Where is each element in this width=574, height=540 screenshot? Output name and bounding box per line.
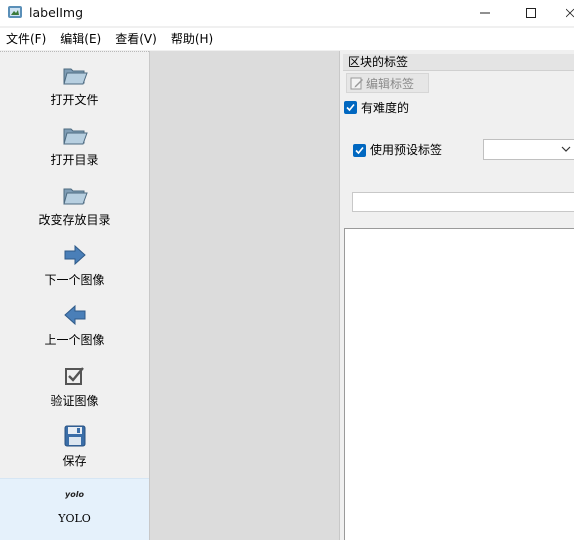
verify-image-button[interactable]: 验证图像 [0, 354, 149, 412]
next-image-label: 下一个图像 [44, 273, 105, 287]
edit-label-button[interactable]: 编辑标签 [346, 73, 429, 93]
difficult-label: 有难度的 [361, 101, 410, 115]
minimize-icon [480, 12, 490, 14]
use-default-label-text: 使用预设标签 [370, 143, 443, 157]
prev-image-label: 上一个图像 [44, 333, 105, 347]
format-toggle-button[interactable]: yolo YOLO [0, 478, 149, 540]
title-bar: labelImg [0, 0, 574, 26]
change-save-dir-button[interactable]: 改变存放目录 [0, 173, 149, 231]
verify-image-label: 验证图像 [50, 394, 99, 408]
change-save-dir-label: 改变存放目录 [38, 213, 111, 227]
save-button[interactable]: 保存 [0, 414, 149, 472]
edit-pencil-icon [350, 77, 363, 90]
yolo-format-icon: yolo [62, 483, 88, 505]
window-title: labelImg [29, 5, 84, 20]
maximize-icon [526, 8, 536, 18]
open-dir-label: 打开目录 [50, 153, 99, 167]
edit-label-text: 编辑标签 [366, 76, 415, 91]
arrow-right-icon [62, 242, 88, 268]
yolo-icon-text: yolo [65, 489, 84, 499]
menu-help[interactable]: 帮助(H) [165, 28, 221, 50]
floppy-disk-icon [62, 423, 88, 449]
check-icon [355, 146, 364, 155]
label-list[interactable] [344, 228, 574, 540]
labelimg-app-icon [8, 6, 22, 18]
menu-bar: 文件(F) 编辑(E) 查看(V) 帮助(H) [0, 28, 574, 50]
menu-edit[interactable]: 编辑(E) [54, 28, 109, 50]
menu-file[interactable]: 文件(F) [0, 28, 54, 50]
prev-image-button[interactable]: 上一个图像 [0, 293, 149, 351]
close-icon [566, 8, 574, 18]
save-label: 保存 [62, 454, 87, 468]
use-default-label-checkbox[interactable] [353, 144, 366, 157]
open-dir-button[interactable]: 打开目录 [0, 113, 149, 171]
maximize-button[interactable] [508, 0, 554, 26]
difficult-checkbox[interactable] [344, 101, 357, 114]
check-icon [346, 103, 355, 112]
chevron-down-icon [561, 146, 571, 152]
tool-bar: 打开文件 打开目录 改变存放目录 下一个图像 上一个图像 验证图像 保存 yol… [0, 51, 149, 540]
box-labels-dock: 区块的标签 编辑标签 有难度的 使用预设标签 [341, 51, 574, 540]
arrow-left-icon [62, 302, 88, 328]
minimize-button[interactable] [462, 0, 508, 26]
folder-icon [62, 182, 88, 208]
image-canvas[interactable] [149, 51, 340, 540]
format-label: YOLO [58, 512, 91, 525]
folder-icon [62, 62, 88, 88]
app-window: labelImg 文件(F) 编辑(E) 查看(V) 帮助(H) 打开文件 打开… [0, 0, 574, 540]
checkbox-checked-icon [62, 363, 88, 389]
folder-icon [62, 122, 88, 148]
open-file-button[interactable]: 打开文件 [0, 53, 149, 111]
menu-view[interactable]: 查看(V) [109, 28, 165, 50]
dock-title: 区块的标签 [343, 54, 574, 71]
default-label-combo[interactable] [483, 139, 574, 160]
close-button[interactable] [554, 0, 574, 26]
next-image-button[interactable]: 下一个图像 [0, 233, 149, 291]
open-file-label: 打开文件 [50, 93, 99, 107]
label-text-field[interactable] [352, 192, 574, 212]
